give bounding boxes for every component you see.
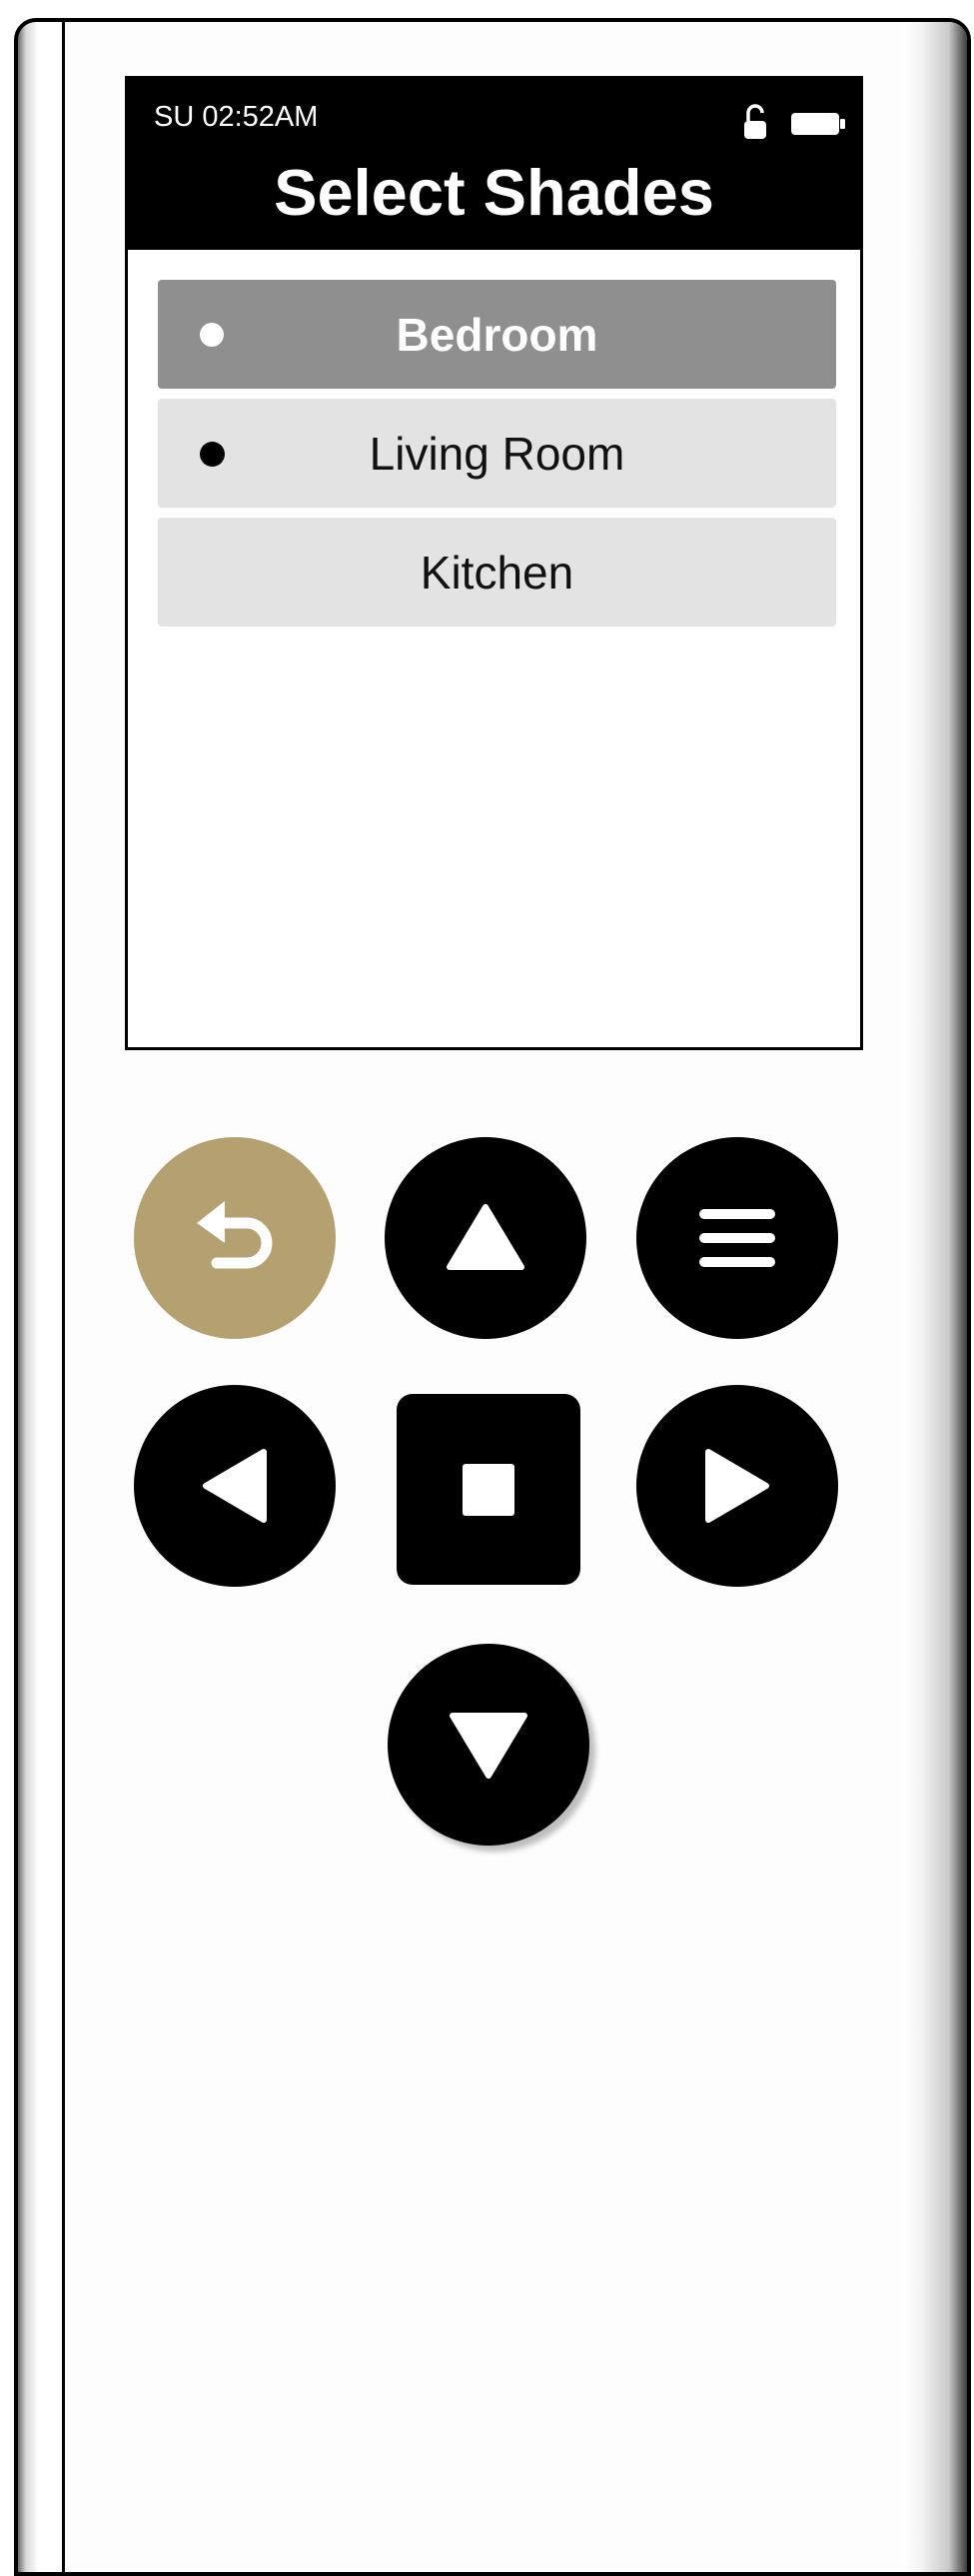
- list-item-label: Kitchen: [420, 546, 574, 599]
- triangle-up-icon: [447, 1204, 524, 1270]
- shade-list: Bedroom Living Room Kitchen: [158, 280, 836, 637]
- battery-full-icon: [791, 113, 845, 135]
- menu-hamburger-icon: [699, 1209, 775, 1267]
- menu-button[interactable]: [636, 1137, 838, 1339]
- list-item-label: Living Room: [369, 427, 625, 480]
- list-item-bedroom[interactable]: Bedroom: [158, 280, 836, 389]
- back-button[interactable]: [134, 1137, 336, 1339]
- back-return-arrow-icon: [197, 1201, 273, 1269]
- display-screen: SU 02:52AM Select Shades Bedroom Living …: [125, 76, 863, 1050]
- up-button[interactable]: [385, 1137, 586, 1339]
- list-item-living-room[interactable]: Living Room: [158, 399, 836, 508]
- selection-dot-icon: [200, 322, 224, 347]
- unlocked-padlock-icon: [744, 104, 766, 139]
- triangle-left-icon: [203, 1449, 267, 1523]
- screen-header: SU 02:52AM Select Shades: [128, 79, 860, 250]
- remote-side-edge: [901, 22, 967, 2572]
- left-button[interactable]: [134, 1385, 336, 1587]
- selection-dot-icon: [200, 441, 225, 467]
- list-item-kitchen[interactable]: Kitchen: [158, 518, 836, 627]
- square-stop-icon: [463, 1463, 514, 1516]
- stop-button[interactable]: [397, 1394, 580, 1585]
- page-title: Select Shades: [274, 156, 714, 229]
- triangle-right-icon: [705, 1449, 769, 1523]
- down-button[interactable]: [388, 1644, 589, 1846]
- right-button[interactable]: [636, 1385, 838, 1587]
- clock-text: SU 02:52AM: [154, 101, 319, 133]
- list-item-label: Bedroom: [396, 308, 598, 361]
- triangle-down-icon: [450, 1713, 527, 1779]
